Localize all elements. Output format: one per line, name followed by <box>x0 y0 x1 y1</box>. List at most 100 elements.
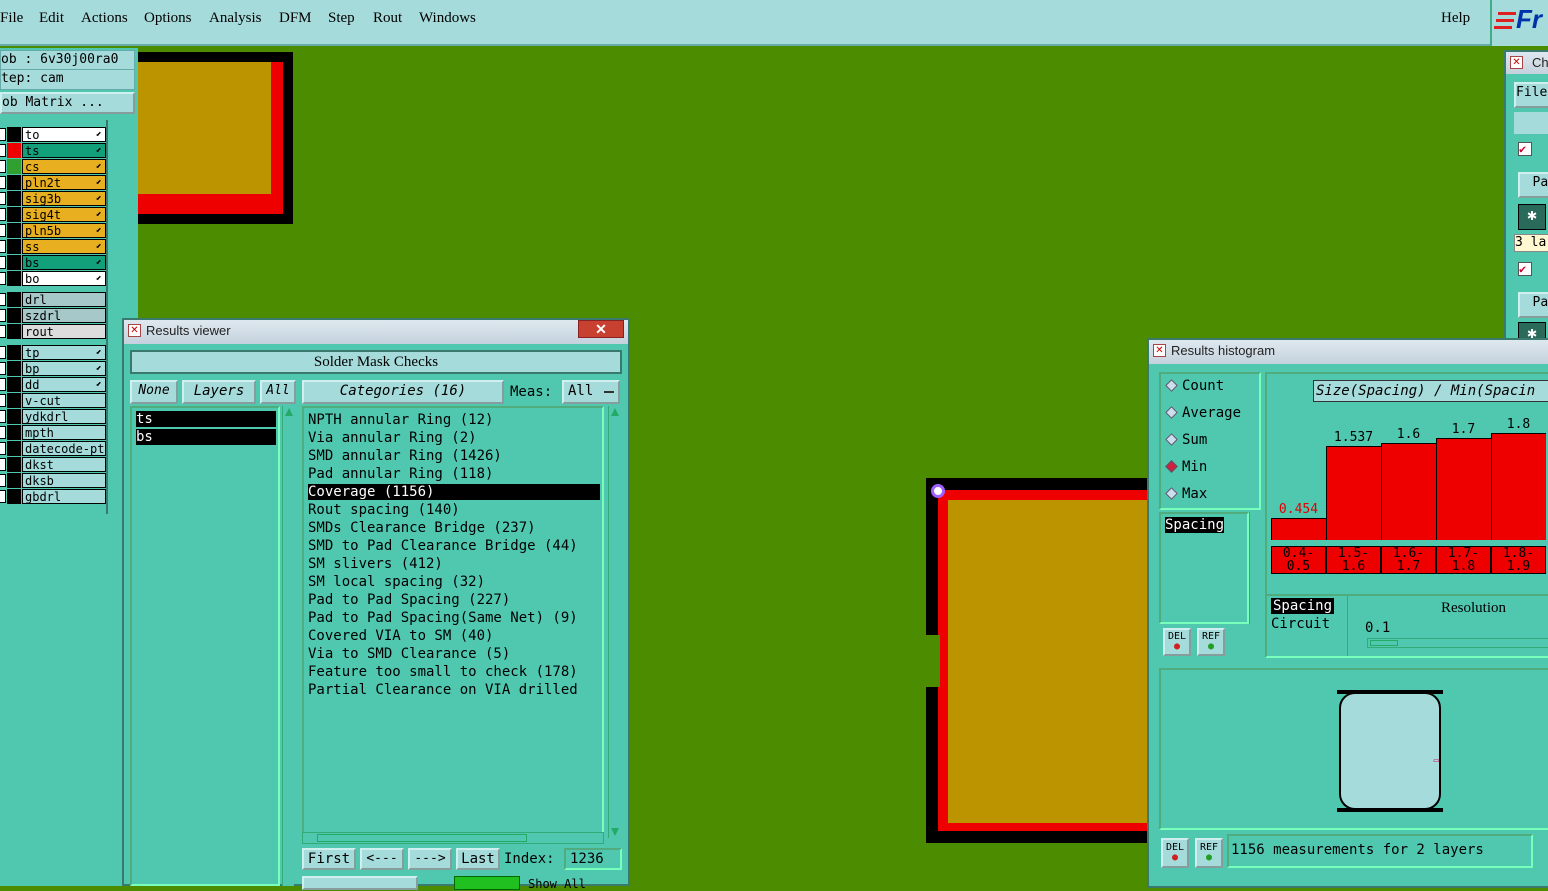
ref-button[interactable]: REF ● <box>1197 628 1225 656</box>
layers-button[interactable]: Layers <box>182 380 256 404</box>
layer-color-swatch[interactable] <box>7 127 21 142</box>
layer-row-dd[interactable]: dd ⬋ <box>0 377 106 392</box>
layer-row-sig4t[interactable]: sig4t ⬋ <box>0 207 106 222</box>
field-item-spacing[interactable]: Spacing <box>1165 517 1225 533</box>
layer-checkbox[interactable] <box>0 176 6 189</box>
layer-checkbox[interactable] <box>0 394 6 407</box>
layer-list-scrollbar[interactable] <box>282 406 294 886</box>
layer-row-tp[interactable]: tp ⬋ <box>0 345 106 360</box>
layer-name[interactable]: dksb <box>22 473 106 488</box>
del-button[interactable]: DEL ● <box>1163 628 1191 656</box>
field-list[interactable]: Spacing <box>1159 512 1249 624</box>
circuit-option[interactable]: Circuit <box>1271 616 1330 632</box>
layer-checkbox[interactable] <box>0 458 6 471</box>
layer-color-swatch[interactable] <box>7 271 21 286</box>
layer-row-ss[interactable]: ss ⬋ <box>0 239 106 254</box>
layer-row-dkst[interactable]: dkst <box>0 457 106 472</box>
layer-color-swatch[interactable] <box>7 409 21 424</box>
categories-button[interactable]: Categories (16) <box>302 380 504 404</box>
par-button-1[interactable]: Par <box>1518 172 1548 198</box>
category-item[interactable]: Via annular Ring (2) <box>308 430 600 446</box>
layer-color-swatch[interactable] <box>7 393 21 408</box>
category-item[interactable]: SMD to Pad Clearance Bridge (44) <box>308 538 600 554</box>
category-item[interactable]: Pad to Pad Spacing(Same Net) (9) <box>308 610 600 626</box>
layer-name[interactable]: ts ⬋ <box>22 143 106 158</box>
action-icon[interactable]: ✱ <box>1518 204 1546 230</box>
prev-button[interactable]: <--- <box>360 848 404 870</box>
layer-checkbox[interactable] <box>0 144 6 157</box>
layer-checkbox[interactable] <box>0 325 6 338</box>
menu-edit[interactable]: Edit <box>39 10 64 27</box>
par-button-2[interactable]: Par <box>1518 292 1548 318</box>
ref-button-2[interactable]: REF ● <box>1195 838 1223 868</box>
layer-color-swatch[interactable] <box>7 223 21 238</box>
layer-color-swatch[interactable] <box>7 143 21 158</box>
layer-color-swatch[interactable] <box>7 308 21 323</box>
layer-name[interactable]: ss ⬋ <box>22 239 106 254</box>
layer-name[interactable]: dkst <box>22 457 106 472</box>
layer-row-ydkdrl[interactable]: ydkdrl <box>0 409 106 424</box>
category-item[interactable]: Rout spacing (140) <box>308 502 600 518</box>
first-button[interactable]: First <box>302 848 356 870</box>
layer-row-gbdrl[interactable]: gbdrl <box>0 489 106 504</box>
layer-row-rout[interactable]: rout <box>0 324 106 339</box>
mode-select[interactable] <box>302 876 418 890</box>
layer-checkbox[interactable] <box>0 378 6 391</box>
layer-checkbox[interactable] <box>0 426 6 439</box>
menu-dfm[interactable]: DFM <box>279 10 312 27</box>
layer-name[interactable]: sig3b ⬋ <box>22 191 106 206</box>
layer-row-datecode-pte[interactable]: datecode-pte <box>0 441 106 456</box>
last-button[interactable]: Last <box>456 848 500 870</box>
layer-color-swatch[interactable] <box>7 292 21 307</box>
scroll-up-icon[interactable] <box>611 408 619 416</box>
layer-checkbox[interactable] <box>0 240 6 253</box>
layer-checkbox[interactable] <box>0 192 6 205</box>
resolution-slider[interactable] <box>1367 638 1548 648</box>
layer-name[interactable]: szdrl <box>22 308 106 323</box>
layer-row-mpth[interactable]: mpth <box>0 425 106 440</box>
menu-options[interactable]: Options <box>144 10 192 27</box>
mode-radio-min[interactable]: Min <box>1165 459 1207 475</box>
menu-file[interactable]: File <box>0 10 23 27</box>
layer-name[interactable]: datecode-pte <box>22 441 106 456</box>
layer-name[interactable]: pln2t ⬋ <box>22 175 106 190</box>
layer-color-swatch[interactable] <box>7 473 21 488</box>
layer-checkbox[interactable] <box>0 346 6 359</box>
layer-checkbox[interactable] <box>0 474 6 487</box>
layer-checkbox[interactable] <box>0 272 6 285</box>
del-button-2[interactable]: DEL ● <box>1161 838 1189 868</box>
layer-row-v-cut[interactable]: v-cut <box>0 393 106 408</box>
checklist-file-button[interactable]: File <box>1514 82 1548 108</box>
layer-name[interactable]: bo ⬋ <box>22 271 106 286</box>
layer-name[interactable]: tp ⬋ <box>22 345 106 360</box>
scroll-up-icon[interactable] <box>285 408 293 416</box>
layer-row-pln2t[interactable]: pln2t ⬋ <box>0 175 106 190</box>
layer-name[interactable]: dd ⬋ <box>22 377 106 392</box>
layer-item-ts[interactable]: ts <box>136 411 276 427</box>
layer-checkbox[interactable] <box>0 208 6 221</box>
layer-name[interactable]: sig4t ⬋ <box>22 207 106 222</box>
layer-checkbox[interactable] <box>0 490 6 503</box>
menu-analysis[interactable]: Analysis <box>209 10 262 27</box>
category-item[interactable]: Via to SMD Clearance (5) <box>308 646 600 662</box>
layer-name[interactable]: bs ⬋ <box>22 255 106 270</box>
layer-checkbox[interactable] <box>0 256 6 269</box>
category-item[interactable]: Coverage (1156) <box>308 484 600 500</box>
none-button[interactable]: None <box>130 380 178 404</box>
layer-name[interactable]: cs ⬋ <box>22 159 106 174</box>
category-item[interactable]: NPTH annular Ring (12) <box>308 412 600 428</box>
layer-checkbox[interactable] <box>0 362 6 375</box>
categories-scrollbar[interactable] <box>608 406 620 838</box>
layer-name[interactable]: drl <box>22 292 106 307</box>
layer-name[interactable]: rout <box>22 324 106 339</box>
layer-name[interactable]: to ⬋ <box>22 127 106 142</box>
histogram-bar[interactable] <box>1381 443 1436 540</box>
index-input[interactable]: 1236 <box>564 848 622 870</box>
category-item[interactable]: SMDs Clearance Bridge (237) <box>308 520 600 536</box>
layer-row-to[interactable]: to ⬋ <box>0 127 106 142</box>
check-icon[interactable]: ✔ <box>1518 142 1532 156</box>
layer-row-dksb[interactable]: dksb <box>0 473 106 488</box>
layers-field[interactable]: 3 la <box>1514 234 1548 252</box>
mode-radio-sum[interactable]: Sum <box>1165 432 1207 448</box>
show-all-checkbox[interactable]: Show All <box>528 877 586 891</box>
